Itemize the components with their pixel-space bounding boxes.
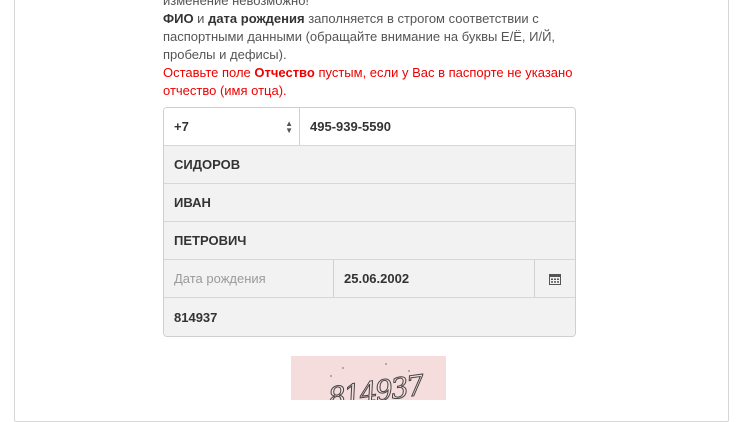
calendar-button[interactable] [534,260,575,297]
phone-code-value: +7 [174,119,189,134]
captcha-distorted-text: 814937 [326,363,427,400]
registration-form: +7 ▲ ▼ 495-939-5590 СИДОРОВ ИВАН ПЕТРОВИЧ… [163,107,576,337]
warn-bold: Отчество [254,65,315,80]
svg-text:814937: 814937 [326,368,427,400]
captcha-image: 814937 [291,356,446,400]
name-value: ИВАН [174,195,211,210]
captcha-answer-value: 814937 [174,309,218,325]
dob-bold: дата рождения [208,11,305,26]
patronymic-value: ПЕТРОВИЧ [174,233,247,248]
phone-row: +7 ▲ ▼ 495-939-5590 [164,108,575,146]
intro-line0: изменение невозможно! [163,0,310,8]
captcha-input[interactable]: 814937 [164,298,575,336]
warn-pre: Оставьте поле [163,65,255,80]
intro-rule: ФИО и дата рождения заполняется в строго… [163,10,583,64]
dob-row: Дата рождения 25.06.2002 [164,260,575,298]
patronymic-input[interactable]: ПЕТРОВИЧ [164,222,575,260]
name-input[interactable]: ИВАН [164,184,575,222]
instructions: изменение невозможно! ФИО и дата рождени… [163,0,583,100]
and-word: и [193,11,209,26]
dob-label: Дата рождения [164,260,334,297]
phone-number-input[interactable]: 495-939-5590 [300,119,391,134]
phone-code-select[interactable]: +7 ▲ ▼ [164,108,300,145]
select-arrows-icon: ▲ ▼ [285,118,293,135]
patronymic-warning: Оставьте поле Отчество пустым, если у Ва… [163,64,583,100]
calendar-icon [549,273,561,285]
surname-input[interactable]: СИДОРОВ [164,146,575,184]
fio-bold: ФИО [163,11,194,26]
surname-value: СИДОРОВ [174,157,241,172]
dob-input[interactable]: 25.06.2002 [334,260,534,297]
